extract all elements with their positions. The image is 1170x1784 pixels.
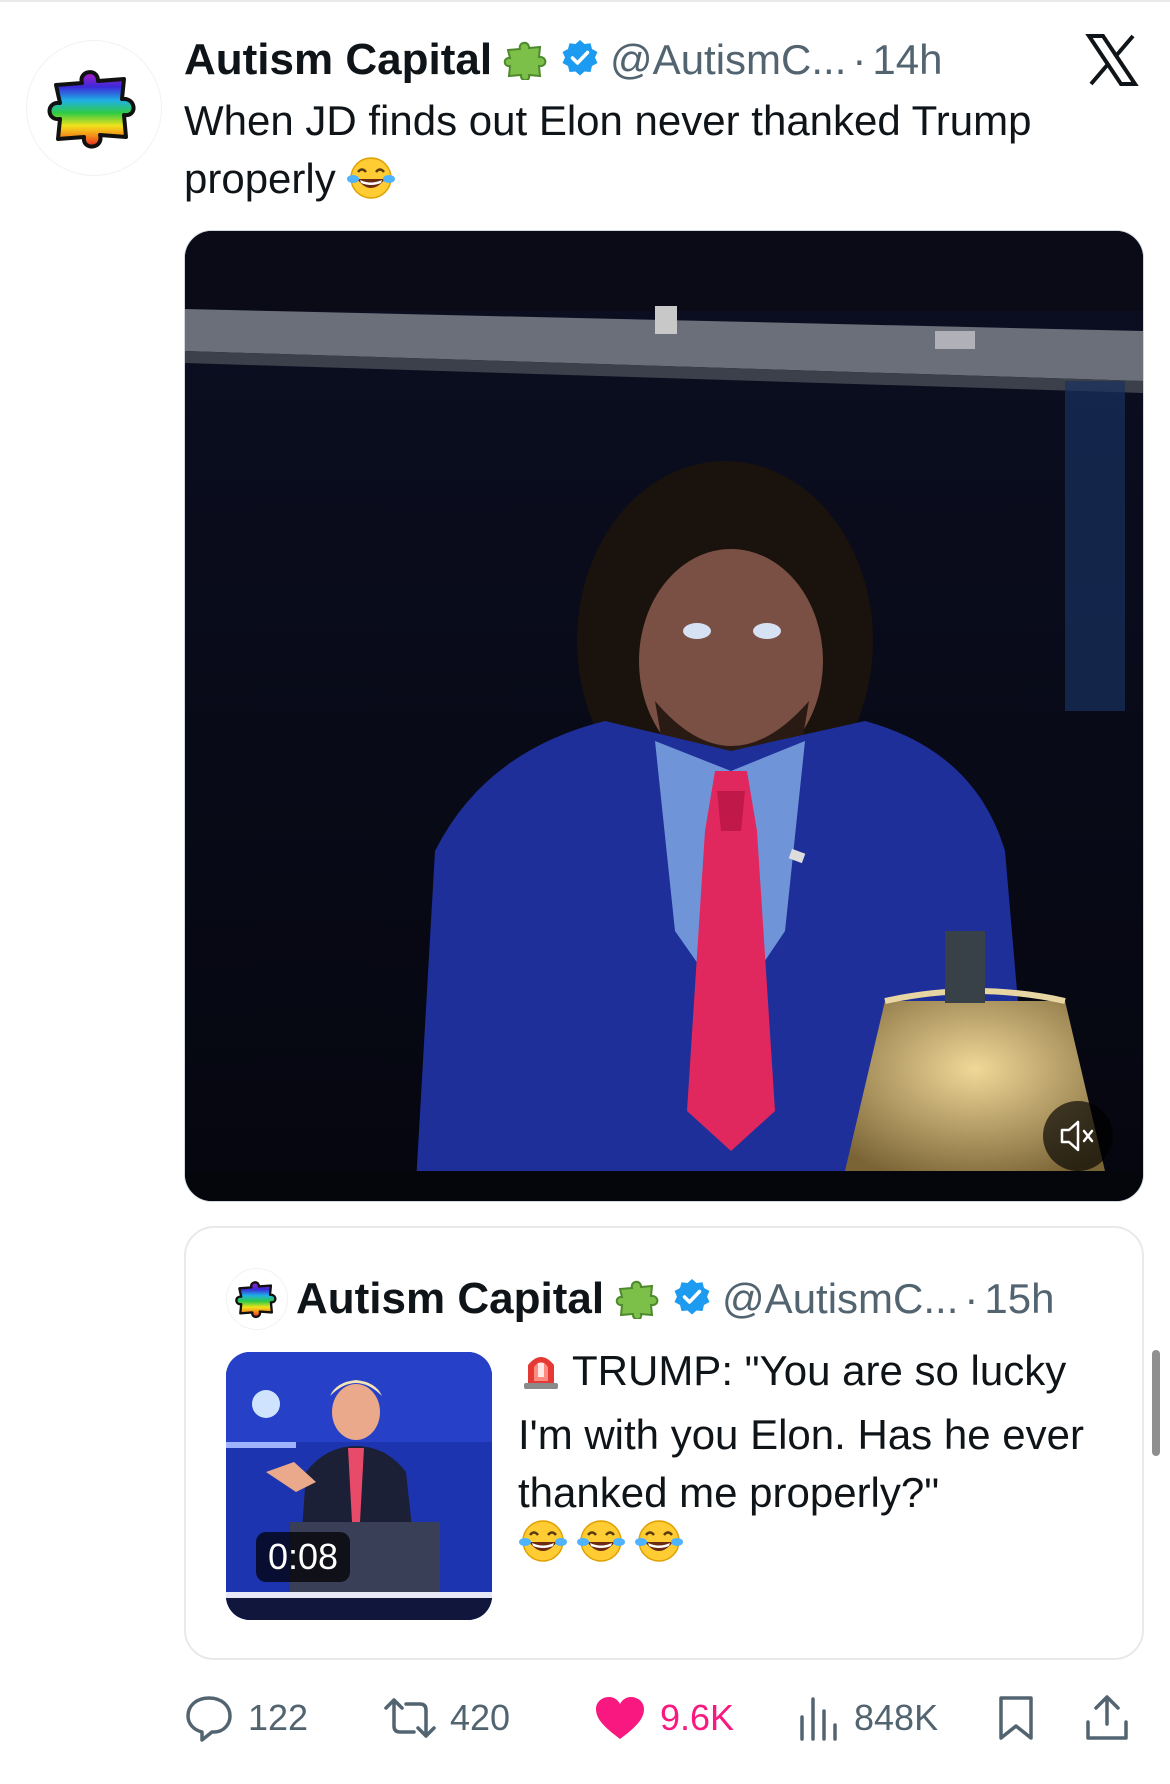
like-count: 9.6K xyxy=(660,1697,735,1738)
separator-dot: · xyxy=(852,36,867,83)
siren-emoji-icon xyxy=(518,1345,564,1406)
view-count: 848K xyxy=(854,1697,939,1738)
separator-dot: · xyxy=(964,1275,979,1322)
action-bar: 122 420 9.6K 848K xyxy=(184,1688,1140,1748)
quoted-author-name[interactable]: Autism Capital xyxy=(296,1274,604,1324)
repost-icon xyxy=(384,1698,436,1738)
video-duration: 0:08 xyxy=(256,1532,351,1582)
video-frame xyxy=(185,231,1143,1201)
author-handle[interactable]: @AutismC... xyxy=(610,36,846,84)
scrollbar[interactable] xyxy=(1152,1350,1160,1456)
x-logo-icon xyxy=(1082,30,1142,90)
laughing-emoji-row xyxy=(518,1518,684,1564)
verified-badge-icon xyxy=(560,38,600,83)
top-divider xyxy=(0,0,1170,2)
bookmark-icon xyxy=(999,1696,1033,1740)
quoted-text-content: TRUMP: "You are so lucky I'm with you El… xyxy=(518,1347,1084,1516)
quoted-tweet[interactable]: Autism Capital @AutismC... · 15h 0:08 TR… xyxy=(184,1226,1144,1660)
video-player[interactable] xyxy=(184,230,1144,1202)
views-button[interactable]: 848K xyxy=(796,1688,938,1748)
heart-icon xyxy=(596,1697,644,1739)
like-button[interactable]: 9.6K xyxy=(594,1688,734,1748)
tweet-time[interactable]: 14h xyxy=(872,36,942,84)
repost-button[interactable]: 420 xyxy=(384,1688,510,1748)
quoted-author-avatar[interactable] xyxy=(226,1268,288,1330)
tweet-text-content: When JD finds out Elon never thanked Tru… xyxy=(184,97,1032,202)
verified-badge-icon xyxy=(672,1277,712,1322)
reply-count: 122 xyxy=(248,1697,309,1738)
share-icon xyxy=(1086,1695,1128,1740)
mute-icon xyxy=(1060,1120,1094,1152)
quoted-text: TRUMP: "You are so lucky I'm with you El… xyxy=(518,1342,1118,1522)
share-button[interactable] xyxy=(1084,1688,1130,1748)
bookmark-button[interactable] xyxy=(996,1688,1036,1748)
repost-count: 420 xyxy=(450,1697,511,1738)
reply-button[interactable]: 122 xyxy=(184,1688,308,1748)
puzzle-icon xyxy=(614,1275,662,1324)
tweet-text: When JD finds out Elon never thanked Tru… xyxy=(184,92,1114,216)
tweet-header: Autism Capital @AutismC... · 14h xyxy=(184,34,942,86)
quoted-time[interactable]: 15h xyxy=(984,1275,1054,1323)
mute-button[interactable] xyxy=(1043,1101,1113,1171)
author-name[interactable]: Autism Capital xyxy=(184,35,492,85)
puzzle-icon xyxy=(502,36,550,85)
author-avatar[interactable] xyxy=(26,40,162,176)
views-icon xyxy=(800,1697,837,1741)
puzzle-avatar-icon xyxy=(235,1281,277,1319)
laughing-emoji-icon xyxy=(577,1520,625,1562)
reply-icon xyxy=(186,1696,232,1742)
laughing-emoji-icon xyxy=(346,155,396,216)
puzzle-avatar-icon xyxy=(47,70,136,149)
laughing-emoji-icon xyxy=(519,1520,567,1562)
quoted-header: Autism Capital @AutismC... · 15h xyxy=(296,1272,1054,1326)
laughing-emoji-icon xyxy=(635,1520,683,1562)
quoted-video-thumbnail[interactable]: 0:08 xyxy=(226,1352,492,1620)
quoted-author-handle[interactable]: @AutismC... xyxy=(722,1275,958,1323)
